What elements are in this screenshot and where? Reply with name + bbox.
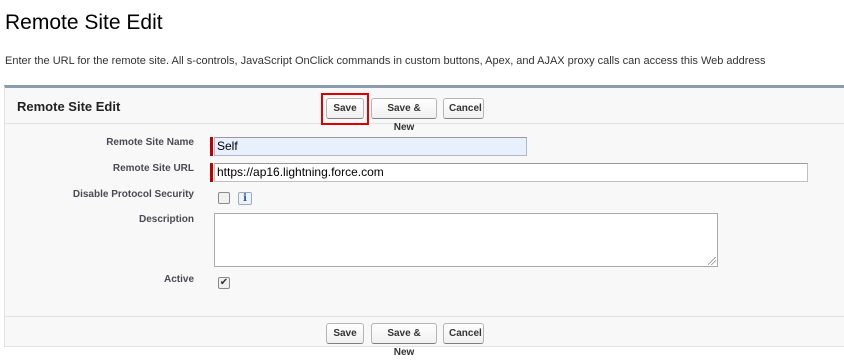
footer-save-and-new-button[interactable]: Save & New (371, 323, 437, 358)
save-button[interactable]: Save (326, 98, 364, 119)
save-and-new-button[interactable]: Save & New (371, 98, 437, 133)
footer-cancel-button[interactable]: Cancel (443, 323, 484, 344)
description-textarea[interactable] (214, 213, 718, 267)
description-value (215, 214, 717, 218)
cancel-button[interactable]: Cancel (443, 98, 484, 119)
page-description: Enter the URL for the remote site. All s… (5, 55, 766, 67)
disable-protocol-security-checkbox[interactable] (218, 192, 230, 204)
edit-block: Remote Site Edit Save Save & New Cancel … (4, 85, 844, 358)
disable-protocol-security-label: Disable Protocol Security (72, 189, 194, 200)
block-footer: Save Save & New Cancel (5, 316, 844, 358)
remote-site-name-input[interactable]: Self (214, 137, 527, 156)
active-label: Active (163, 274, 194, 285)
info-icon[interactable]: i (238, 192, 252, 205)
remote-site-url-label: Remote Site URL (112, 163, 194, 174)
block-header: Remote Site Edit Save Save & New Cancel (5, 88, 844, 133)
footer-save-button[interactable]: Save (326, 323, 364, 344)
page-title: Remote Site Edit (5, 11, 163, 34)
remote-site-url-input[interactable]: https://ap16.lightning.force.com (214, 163, 808, 182)
required-marker (210, 163, 213, 182)
remote-site-name-label: Remote Site Name (106, 137, 194, 148)
resize-grip-icon[interactable] (708, 257, 716, 265)
active-checkbox[interactable]: ✔ (218, 277, 230, 289)
description-label: Description (138, 214, 194, 225)
block-title: Remote Site Edit (17, 99, 121, 114)
required-marker (210, 137, 213, 156)
